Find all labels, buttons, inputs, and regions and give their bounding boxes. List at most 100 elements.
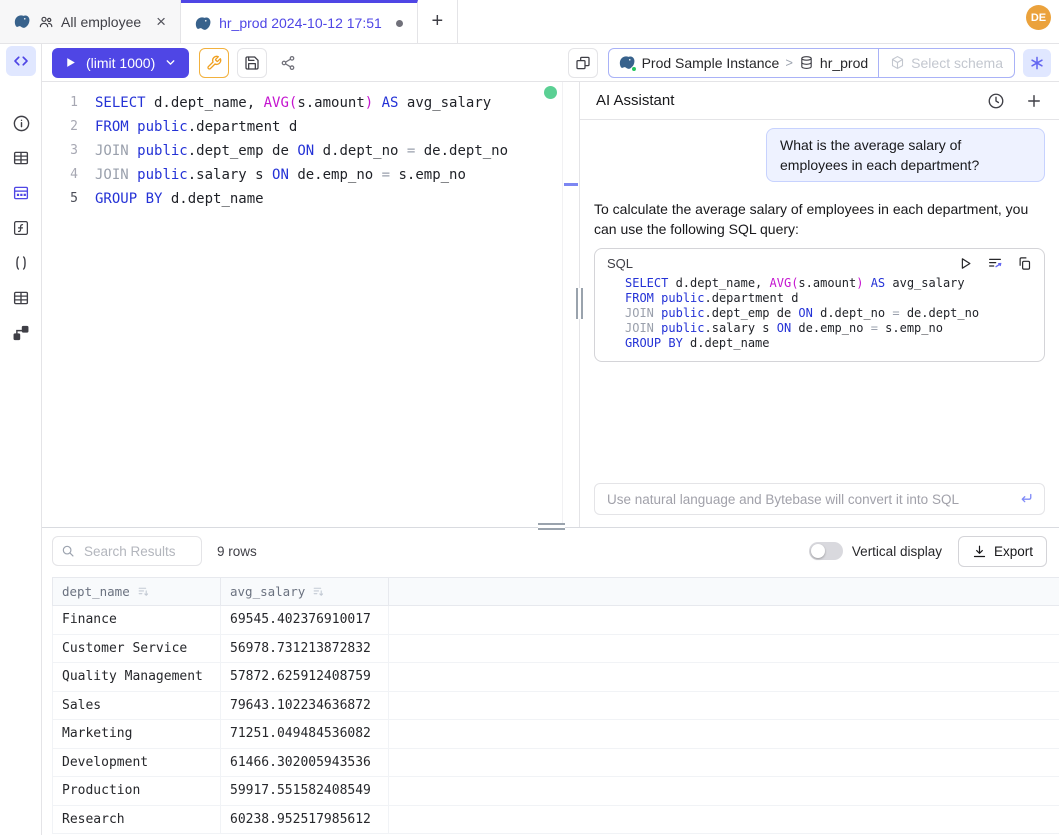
results-table: dept_nameavg_salary Finance69545.4023769… — [52, 577, 1059, 834]
line-number: 5 — [42, 187, 78, 211]
table-cell[interactable]: 71251.049484536082 — [221, 720, 389, 748]
table-cell[interactable]: 79643.102234636872 — [221, 692, 389, 720]
table-row[interactable]: Marketing71251.049484536082 — [52, 720, 1059, 749]
vertical-display-toggle[interactable] — [809, 542, 843, 560]
column-header-avg_salary[interactable]: avg_salary — [221, 578, 389, 605]
table-row[interactable]: Customer Service56978.731213872832 — [52, 635, 1059, 664]
save-icon — [244, 55, 260, 71]
table-row[interactable]: Quality Management57872.625912408759 — [52, 663, 1059, 692]
chat-history-button[interactable] — [987, 92, 1005, 110]
table-cell[interactable]: 56978.731213872832 — [221, 635, 389, 663]
sidebar-item-lineage[interactable] — [6, 318, 36, 348]
table-row[interactable]: Development61466.302005943536 — [52, 749, 1059, 778]
sidebar-item-sql-editor[interactable] — [6, 46, 36, 76]
table-cell[interactable]: 57872.625912408759 — [221, 663, 389, 691]
sql-code-editor[interactable]: 1SELECT d.dept_name, AVG(s.amount) AS av… — [42, 82, 579, 527]
panel-resize-handle-vertical[interactable] — [576, 288, 583, 319]
table-cell[interactable]: 69545.402376910017 — [221, 606, 389, 634]
sidebar-item-tables[interactable] — [6, 143, 36, 173]
left-sidebar — [0, 44, 42, 835]
table-cell[interactable]: Finance — [53, 606, 221, 634]
schema-cube-icon — [890, 55, 905, 70]
info-icon — [12, 114, 31, 133]
code-icon — [12, 52, 30, 70]
new-tab-button[interactable]: + — [418, 0, 458, 43]
run-query-button[interactable]: (limit 1000) — [52, 48, 189, 78]
line-number: 4 — [42, 163, 78, 187]
table-cell[interactable]: Research — [53, 806, 221, 834]
table-cell[interactable]: Quality Management — [53, 663, 221, 691]
table-cell[interactable]: 59917.551582408549 — [221, 777, 389, 805]
share-button[interactable] — [273, 48, 303, 78]
table-cell[interactable]: 60238.952517985612 — [221, 806, 389, 834]
insert-into-editor-button[interactable] — [987, 255, 1003, 271]
table-row[interactable]: Production59917.551582408549 — [52, 777, 1059, 806]
code-line[interactable]: 2FROM public.department d — [42, 115, 579, 139]
format-sql-button[interactable] — [199, 48, 229, 78]
table-cell[interactable]: Customer Service — [53, 635, 221, 663]
table-row[interactable]: Sales79643.102234636872 — [52, 692, 1059, 721]
ai-assistant-header: AI Assistant — [580, 82, 1059, 120]
table-row[interactable]: Research60238.952517985612 — [52, 806, 1059, 835]
sidebar-item-external-tables[interactable] — [6, 283, 36, 313]
table-cell[interactable]: 61466.302005943536 — [221, 749, 389, 777]
connection-breadcrumb[interactable]: Prod Sample Instance > hr_prod Select sc… — [608, 48, 1015, 78]
instance-database-crumb[interactable]: Prod Sample Instance > hr_prod — [609, 49, 879, 77]
download-icon — [972, 544, 987, 559]
ai-assistant-button[interactable] — [1023, 49, 1051, 77]
panel-resize-handle-horizontal[interactable] — [538, 523, 565, 530]
code-line: FROM public.department d — [608, 291, 1032, 306]
share-icon — [280, 55, 296, 71]
tab-all-employee[interactable]: All employee × — [0, 0, 181, 43]
connection-status-dot — [544, 86, 557, 99]
table-cell[interactable]: Marketing — [53, 720, 221, 748]
database-icon — [799, 55, 814, 70]
copy-sql-button[interactable] — [1017, 256, 1032, 271]
code-line[interactable]: 3JOIN public.dept_emp de ON d.dept_no = … — [42, 139, 579, 163]
table-cell[interactable]: Sales — [53, 692, 221, 720]
tab-hr-prod[interactable]: hr_prod 2024-10-12 17:51 — [181, 0, 418, 43]
sidebar-item-procedures[interactable] — [6, 248, 36, 278]
table-cell[interactable]: Production — [53, 777, 221, 805]
vertical-display-label: Vertical display — [852, 544, 942, 559]
avatar[interactable]: DE — [1026, 5, 1051, 30]
code-line[interactable]: 5GROUP BY d.dept_name — [42, 187, 579, 211]
play-icon — [64, 56, 77, 69]
query-results-panel: 9 rows Vertical display Export dept_name… — [42, 527, 1059, 835]
run-suggested-sql-button[interactable] — [958, 256, 973, 271]
column-header-dept_name[interactable]: dept_name — [53, 578, 221, 605]
ai-assistant-title: AI Assistant — [596, 92, 967, 109]
header-filler — [389, 578, 1059, 605]
table-icon — [12, 149, 30, 167]
unsaved-dot — [396, 20, 403, 27]
save-sheet-button[interactable] — [237, 48, 267, 78]
code-line[interactable]: 4JOIN public.salary s ON de.emp_no = s.e… — [42, 163, 579, 187]
search-results-wrap — [52, 536, 202, 566]
export-button[interactable]: Export — [958, 536, 1047, 567]
ai-prompt-input[interactable] — [594, 483, 1045, 515]
new-chat-button[interactable] — [1025, 92, 1043, 110]
chat-thread: What is the average salary of employees … — [580, 120, 1059, 483]
results-table-body: Finance69545.402376910017Customer Servic… — [52, 606, 1059, 834]
sidebar-item-functions[interactable] — [6, 213, 36, 243]
brackets-icon — [12, 254, 30, 272]
tab-bar: All employee × hr_prod 2024-10-12 17:51 … — [0, 0, 1059, 44]
batch-query-button[interactable] — [568, 48, 598, 78]
code-line: GROUP BY d.dept_name — [608, 336, 1032, 351]
select-schema-button[interactable]: Select schema — [878, 49, 1014, 77]
table-row[interactable]: Finance69545.402376910017 — [52, 606, 1059, 635]
sql-card-label: SQL — [607, 256, 944, 271]
ai-input-area — [580, 483, 1059, 527]
sidebar-item-info[interactable] — [6, 108, 36, 138]
table-cell[interactable]: Development — [53, 749, 221, 777]
line-number: 2 — [42, 115, 78, 139]
editor-scrollbar[interactable] — [562, 82, 563, 527]
close-icon[interactable]: × — [156, 13, 166, 30]
sidebar-item-schema-diagram[interactable] — [6, 178, 36, 208]
code-line[interactable]: 1SELECT d.dept_name, AVG(s.amount) AS av… — [42, 91, 579, 115]
flow-icon — [12, 324, 30, 342]
sql-editor-app: All employee × hr_prod 2024-10-12 17:51 … — [0, 0, 1059, 835]
postgres-icon — [14, 13, 31, 30]
results-toolbar: 9 rows Vertical display Export — [42, 528, 1059, 574]
team-icon — [38, 14, 54, 30]
